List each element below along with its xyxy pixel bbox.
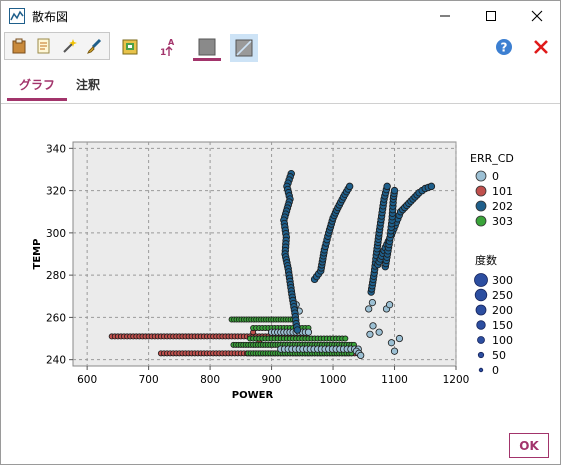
x-tick-label: 1100 bbox=[381, 374, 408, 386]
color-legend-title: ERR_CD bbox=[470, 152, 514, 165]
data-point bbox=[375, 328, 383, 336]
y-axis-label: TEMP bbox=[32, 239, 43, 270]
y-tick-label: 240 bbox=[46, 355, 66, 367]
close-button[interactable] bbox=[514, 1, 560, 31]
export-button[interactable] bbox=[120, 36, 142, 58]
size-legend-label: 0 bbox=[492, 364, 499, 377]
data-point bbox=[369, 322, 377, 330]
maximize-button[interactable] bbox=[468, 1, 514, 31]
data-point bbox=[383, 182, 391, 191]
data-point bbox=[390, 186, 399, 195]
y-tick-label: 320 bbox=[46, 186, 66, 198]
size-legend-label: 300 bbox=[492, 274, 513, 287]
fill-style-selected-indicator bbox=[193, 58, 221, 61]
exit-button[interactable] bbox=[530, 36, 552, 58]
size-legend-label: 150 bbox=[492, 319, 513, 332]
no-fill-button[interactable] bbox=[230, 34, 258, 62]
scatterplot-window: 散布図 A 1 ? グラフ 注釈 600 700 800 900 1000 11… bbox=[0, 0, 561, 465]
close-icon bbox=[531, 10, 543, 22]
color-legend-swatch bbox=[475, 200, 487, 212]
edit-document-button[interactable] bbox=[33, 35, 55, 57]
y-tick-label: 340 bbox=[46, 143, 66, 155]
wand-button[interactable] bbox=[58, 35, 80, 57]
plot-area bbox=[72, 141, 457, 367]
x-tick-label: 900 bbox=[262, 374, 282, 386]
scatterplot-icon bbox=[9, 8, 25, 24]
y-tick-label: 300 bbox=[46, 228, 66, 240]
data-point bbox=[342, 335, 349, 342]
data-point bbox=[345, 182, 354, 191]
x-tick-label: 1000 bbox=[320, 374, 347, 386]
x-tick-label: 700 bbox=[139, 374, 159, 386]
size-legend-title: 度数 bbox=[475, 253, 497, 267]
x-axis-label: POWER bbox=[232, 390, 274, 401]
color-legend-label: 0 bbox=[492, 170, 499, 183]
size-legend-marker bbox=[478, 367, 484, 373]
tab-annotation[interactable]: 注釈 bbox=[76, 76, 100, 93]
brush-icon bbox=[87, 38, 102, 54]
data-point bbox=[366, 330, 374, 338]
tab-graph[interactable]: グラフ bbox=[19, 76, 55, 93]
help-icon: ? bbox=[496, 39, 512, 55]
color-legend-label: 101 bbox=[492, 185, 513, 198]
help-button[interactable]: ? bbox=[493, 36, 515, 58]
data-point bbox=[304, 328, 313, 336]
red-x-icon bbox=[534, 40, 548, 54]
sort-button[interactable]: A 1 bbox=[156, 34, 182, 60]
color-legend-label: 202 bbox=[492, 200, 513, 213]
size-legend-marker bbox=[474, 273, 488, 287]
size-legend-label: 250 bbox=[492, 289, 513, 302]
data-point bbox=[368, 299, 376, 307]
size-legend-label: 50 bbox=[492, 349, 506, 362]
clipboard-button[interactable] bbox=[8, 35, 30, 57]
edit-document-icon bbox=[37, 38, 50, 54]
data-point bbox=[386, 301, 394, 309]
no-fill-icon bbox=[235, 39, 253, 57]
svg-text:1: 1 bbox=[160, 48, 166, 58]
size-legend-marker bbox=[476, 320, 486, 330]
svg-text:?: ? bbox=[501, 41, 508, 55]
export-icon bbox=[122, 39, 138, 55]
wand-icon bbox=[63, 39, 77, 53]
size-legend-label: 100 bbox=[492, 334, 513, 347]
y-tick-label: 280 bbox=[46, 270, 66, 282]
size-legend-label: 200 bbox=[492, 304, 513, 317]
maximize-icon bbox=[486, 11, 496, 21]
data-point bbox=[387, 339, 396, 347]
sort-az-icon: A 1 bbox=[160, 38, 175, 58]
scatterplot-chart: 600 700 800 900 1000 1100 12002402602803003203… bbox=[32, 141, 514, 401]
color-legend-swatch bbox=[475, 185, 487, 197]
size-legend-marker bbox=[477, 351, 485, 359]
color-legend-label: 303 bbox=[492, 215, 513, 228]
minimize-icon bbox=[440, 15, 450, 17]
clipboard-icon bbox=[12, 38, 26, 54]
data-point bbox=[390, 347, 399, 355]
size-legend-marker bbox=[475, 304, 487, 316]
color-legend-swatch bbox=[475, 215, 487, 227]
data-point bbox=[427, 182, 436, 191]
data-point bbox=[357, 351, 365, 360]
title-bar: 散布図 bbox=[1, 1, 560, 31]
svg-text:A: A bbox=[168, 38, 175, 47]
fill-style-button[interactable] bbox=[194, 34, 220, 60]
size-legend-marker bbox=[477, 336, 485, 344]
brush-button[interactable] bbox=[83, 35, 105, 57]
x-tick-label: 1200 bbox=[443, 374, 470, 386]
data-point bbox=[395, 334, 404, 343]
tab-bar: グラフ 注釈 bbox=[1, 67, 560, 104]
data-point bbox=[365, 305, 373, 313]
color-legend-swatch bbox=[475, 170, 487, 182]
y-tick-label: 260 bbox=[46, 312, 66, 324]
gray-square-icon bbox=[198, 38, 216, 56]
x-tick-label: 800 bbox=[200, 374, 220, 386]
minimize-button[interactable] bbox=[422, 1, 468, 31]
active-tab-indicator bbox=[7, 98, 67, 101]
size-legend-marker bbox=[474, 288, 488, 302]
edit-toolbar-group bbox=[4, 32, 110, 60]
window-title: 散布図 bbox=[32, 10, 69, 24]
x-tick-label: 600 bbox=[77, 374, 97, 386]
ok-button[interactable]: OK bbox=[509, 433, 549, 458]
data-point bbox=[293, 326, 302, 334]
toolbar: A 1 ? bbox=[1, 32, 560, 62]
